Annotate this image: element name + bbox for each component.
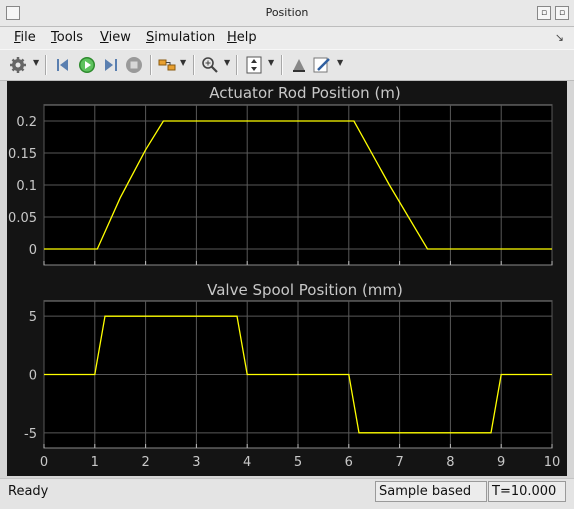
toolbar-separator bbox=[193, 55, 195, 75]
toolbar-separator bbox=[150, 55, 152, 75]
menu-view[interactable]: View bbox=[100, 30, 131, 45]
stop-icon[interactable] bbox=[124, 55, 144, 75]
zoom-icon[interactable] bbox=[200, 55, 220, 75]
gear-icon[interactable] bbox=[8, 55, 28, 75]
x-tick-label: 7 bbox=[395, 455, 403, 470]
y-tick-label: 0.15 bbox=[8, 147, 37, 162]
menu-view-mnemonic: V bbox=[100, 30, 109, 45]
menu-bar: File Tools View Simulation Help ↘ bbox=[0, 27, 574, 49]
edit-dropdown-icon[interactable]: ▼ bbox=[337, 58, 343, 67]
zoom-dropdown-icon[interactable]: ▼ bbox=[224, 58, 230, 67]
menu-help-mnemonic: H bbox=[227, 30, 237, 45]
autoscale-icon[interactable] bbox=[244, 55, 264, 75]
x-tick-label: 9 bbox=[497, 455, 505, 470]
x-tick-label: 1 bbox=[91, 455, 99, 470]
y-tick-label: -5 bbox=[24, 427, 37, 442]
toolbar-separator bbox=[236, 55, 238, 75]
chart-title-actuator: Actuator Rod Position (m) bbox=[209, 84, 401, 102]
toolbar-separator bbox=[45, 55, 47, 75]
toolbar-separator bbox=[281, 55, 283, 75]
x-tick-label: 8 bbox=[446, 455, 454, 470]
chart-title-valve: Valve Spool Position (mm) bbox=[207, 281, 403, 299]
y-tick-label: 0 bbox=[29, 369, 37, 384]
x-tick-label: 0 bbox=[40, 455, 48, 470]
x-tick-label: 5 bbox=[294, 455, 302, 470]
edit-icon[interactable] bbox=[312, 55, 332, 75]
menu-view-label: iew bbox=[108, 30, 131, 45]
y-tick-label: 0.05 bbox=[8, 211, 37, 226]
menu-help-label: elp bbox=[236, 30, 257, 45]
step-forward-icon[interactable] bbox=[100, 55, 120, 75]
toolbar: ▼ ▼ ▼ ▼ ▼ bbox=[0, 49, 574, 81]
status-bar: Ready Sample based T=10.000 bbox=[0, 478, 574, 509]
window-titlebar: Position ▫ ▫ bbox=[0, 0, 574, 27]
x-tick-label: 10 bbox=[544, 455, 561, 470]
x-tick-label: 4 bbox=[243, 455, 251, 470]
scope-display: Actuator Rod Position (m) Valve Spool Po… bbox=[7, 81, 567, 476]
x-tick-label: 2 bbox=[141, 455, 149, 470]
menu-simulation[interactable]: Simulation bbox=[146, 30, 215, 45]
y-tick-label: 5 bbox=[29, 310, 37, 325]
step-back-icon[interactable] bbox=[54, 55, 74, 75]
menu-tools[interactable]: Tools bbox=[51, 30, 83, 45]
highlight-icon[interactable] bbox=[289, 55, 309, 75]
signal-dropdown-icon[interactable]: ▼ bbox=[180, 58, 186, 67]
minimize-icon[interactable]: ▫ bbox=[537, 6, 551, 20]
menu-file-label: ile bbox=[20, 30, 36, 45]
undock-icon[interactable]: ↘ bbox=[555, 31, 564, 44]
menu-file[interactable]: File bbox=[14, 30, 36, 45]
autoscale-dropdown-icon[interactable]: ▼ bbox=[268, 58, 274, 67]
status-ready: Ready bbox=[8, 484, 49, 499]
simulation-time: T=10.000 bbox=[488, 481, 566, 502]
menu-simulation-label: imulation bbox=[154, 30, 216, 45]
settings-dropdown-icon[interactable]: ▼ bbox=[33, 58, 39, 67]
y-tick-label: 0.1 bbox=[16, 179, 37, 194]
window-title: Position bbox=[265, 6, 309, 19]
x-tick-label: 6 bbox=[345, 455, 353, 470]
sample-mode-indicator: Sample based bbox=[375, 481, 487, 502]
x-tick-label: 3 bbox=[192, 455, 200, 470]
signal-select-icon[interactable] bbox=[157, 55, 177, 75]
run-icon[interactable] bbox=[77, 55, 97, 75]
menu-help[interactable]: Help bbox=[227, 30, 257, 45]
menu-tools-label: ools bbox=[56, 30, 84, 45]
y-tick-label: 0.2 bbox=[16, 115, 37, 130]
restore-icon[interactable]: ▫ bbox=[555, 6, 569, 20]
scope-plot-svg: Actuator Rod Position (m) Valve Spool Po… bbox=[7, 81, 567, 476]
y-tick-label: 0 bbox=[29, 243, 37, 258]
